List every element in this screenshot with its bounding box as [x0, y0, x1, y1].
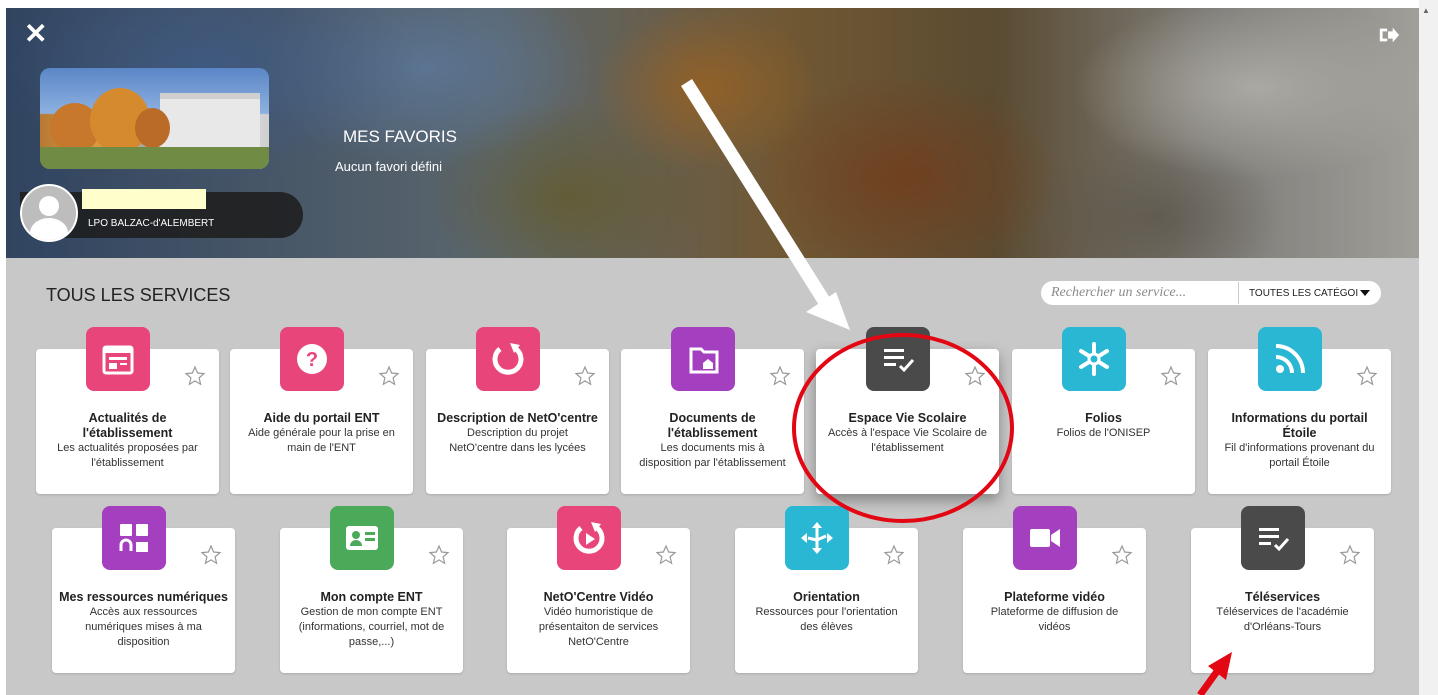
red-highlight-circle — [792, 333, 1014, 523]
annotation-overlay — [681, 79, 1232, 695]
white-arrow — [681, 79, 850, 330]
red-arrow — [1197, 652, 1232, 695]
